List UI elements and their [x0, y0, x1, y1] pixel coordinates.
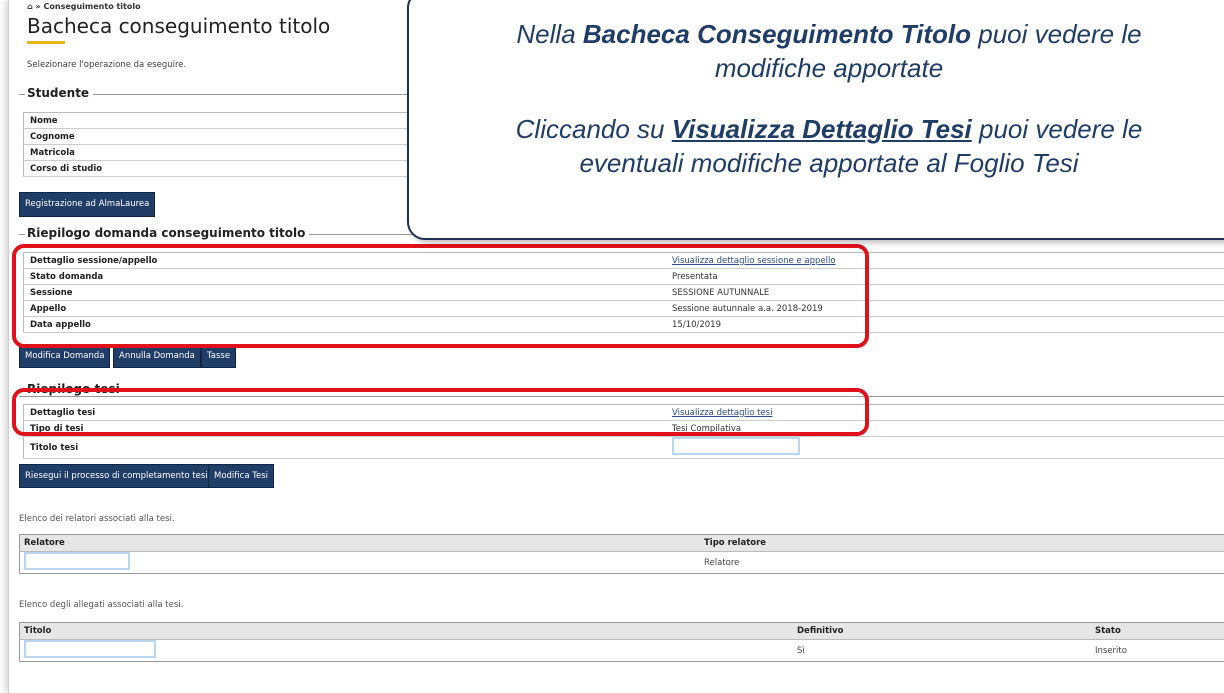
student-table: Nome Cognome Matricola Corso di studio — [23, 112, 443, 177]
callout-link-text: Visualizza Dettaglio Tesi — [671, 114, 972, 144]
page-subtitle: Selezionare l'operazione da eseguire. — [27, 60, 187, 70]
thesis-title-value — [672, 437, 800, 455]
callout-line-1: Nella Bacheca Conseguimento Titolo puoi … — [409, 18, 1224, 50]
student-row-nome: Nome — [23, 112, 443, 129]
summary-highlight-box — [12, 244, 869, 348]
title-underline — [27, 41, 65, 44]
thesis-value — [666, 436, 1224, 459]
callout-line-4: eventuali modifiche apportate al Foglio … — [579, 148, 1079, 178]
allegato-definitivo-cell: Sì — [797, 645, 805, 656]
col-definitivo: Definitivo — [793, 622, 1091, 640]
allegati-caption: Elenco degli allegati associati alla tes… — [19, 600, 184, 610]
callout-text: Cliccando su — [515, 114, 672, 144]
allegato-title-value — [24, 640, 156, 658]
home-icon[interactable]: ⌂ — [27, 2, 33, 11]
almalaurea-button[interactable]: Registrazione ad AlmaLaurea — [19, 192, 156, 217]
allegati-table: Titolo Definitivo Stato Sì Inserito — [19, 622, 1224, 662]
summary-legend: Riepilogo domanda conseguimento titolo — [25, 226, 310, 240]
callout-text: Nella — [516, 19, 583, 49]
thesis-label: Titolo tesi — [23, 436, 666, 459]
student-legend: Studente — [25, 86, 94, 100]
callout-bold-text: Bacheca Conseguimento Titolo — [582, 19, 972, 49]
breadcrumb-current[interactable]: Conseguimento titolo — [44, 2, 141, 11]
student-row-matricola: Matricola — [23, 144, 443, 161]
callout-line-2: modifiche apportate — [714, 53, 944, 83]
table-row: Relatore — [20, 552, 1224, 574]
callout-text: puoi vedere le — [971, 19, 1142, 49]
allegato-stato-cell: Inserito — [1095, 645, 1127, 656]
modify-thesis-button[interactable]: Modifica Tesi — [208, 464, 274, 488]
thesis-row: Titolo tesi — [23, 436, 1224, 459]
relatori-header-row: Relatore Tipo relatore — [19, 534, 1224, 552]
relatori-caption: Elenco dei relatori associati alla tesi. — [19, 514, 175, 524]
allegato-title-cell — [20, 640, 794, 662]
student-label: Cognome — [23, 128, 443, 145]
callout-line-3: Cliccando su Visualizza Dettaglio Tesi p… — [409, 113, 1224, 145]
student-row-cognome: Cognome — [23, 128, 443, 145]
callout-text: puoi vedere le — [971, 114, 1143, 144]
instruction-callout: Nella Bacheca Conseguimento Titolo puoi … — [407, 0, 1224, 240]
student-label: Corso di studio — [23, 160, 443, 177]
col-tipo-relatore: Tipo relatore — [700, 534, 1224, 552]
page-title: Bacheca conseguimento titolo — [27, 14, 331, 38]
thesis-highlight-box — [12, 388, 869, 436]
breadcrumb-separator: » — [35, 2, 41, 11]
student-label: Nome — [23, 112, 443, 129]
tipo-relatore-cell: Relatore — [704, 557, 740, 568]
table-row: Sì Inserito — [20, 640, 1224, 662]
allegati-header-row: Titolo Definitivo Stato — [19, 622, 1224, 640]
student-label: Matricola — [23, 144, 443, 161]
breadcrumb: ⌂ » Conseguimento titolo — [27, 2, 141, 11]
rerun-thesis-process-button[interactable]: Riesegui il processo di completamento te… — [19, 464, 214, 488]
relatori-table: Relatore Tipo relatore Relatore — [19, 534, 1224, 574]
relatore-cell — [20, 552, 701, 574]
student-row-corso: Corso di studio — [23, 160, 443, 177]
col-relatore: Relatore — [19, 534, 700, 552]
relatore-value — [24, 552, 130, 570]
col-stato: Stato — [1091, 622, 1224, 640]
col-titolo: Titolo — [19, 622, 793, 640]
